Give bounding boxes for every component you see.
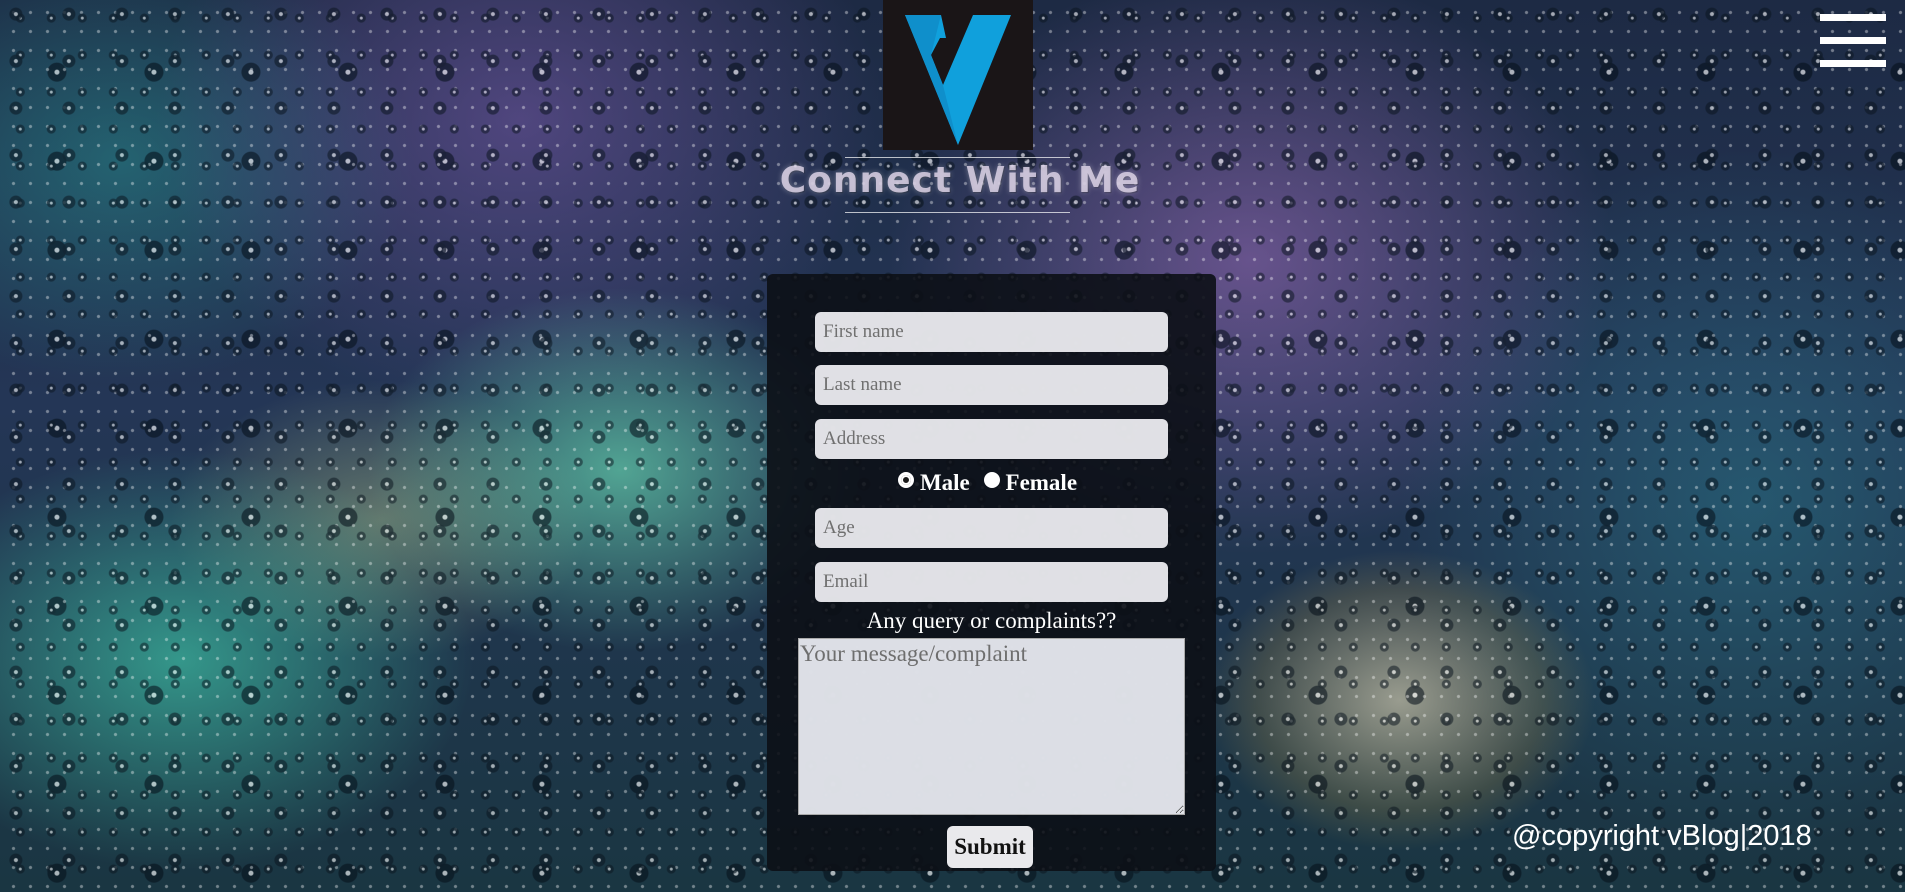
address-input[interactable] — [815, 419, 1168, 459]
page-title: Connect With Me — [779, 160, 1141, 201]
message-textarea[interactable] — [798, 638, 1185, 815]
female-radio[interactable] — [983, 472, 1000, 488]
email-input[interactable] — [815, 562, 1168, 602]
submit-button[interactable]: Submit — [947, 826, 1033, 868]
gender-radio-group: Male Female — [767, 470, 1216, 496]
title-bottom-rule — [845, 212, 1070, 213]
v-logo-icon — [905, 15, 1011, 145]
male-label[interactable]: Male — [920, 470, 970, 495]
site-logo[interactable] — [883, 0, 1033, 150]
male-radio[interactable] — [897, 472, 914, 488]
last-name-input[interactable] — [815, 365, 1168, 405]
contact-form: Male Female Any query or complaints?? Su… — [767, 274, 1216, 871]
female-label[interactable]: Female — [1006, 470, 1078, 495]
copyright-text: @copyright vBlog|2018 — [1512, 820, 1812, 852]
age-input[interactable] — [815, 508, 1168, 548]
title-top-rule — [845, 157, 1070, 158]
query-label: Any query or complaints?? — [866, 608, 1117, 633]
first-name-input[interactable] — [815, 312, 1168, 352]
hamburger-menu-icon[interactable] — [1820, 12, 1888, 70]
